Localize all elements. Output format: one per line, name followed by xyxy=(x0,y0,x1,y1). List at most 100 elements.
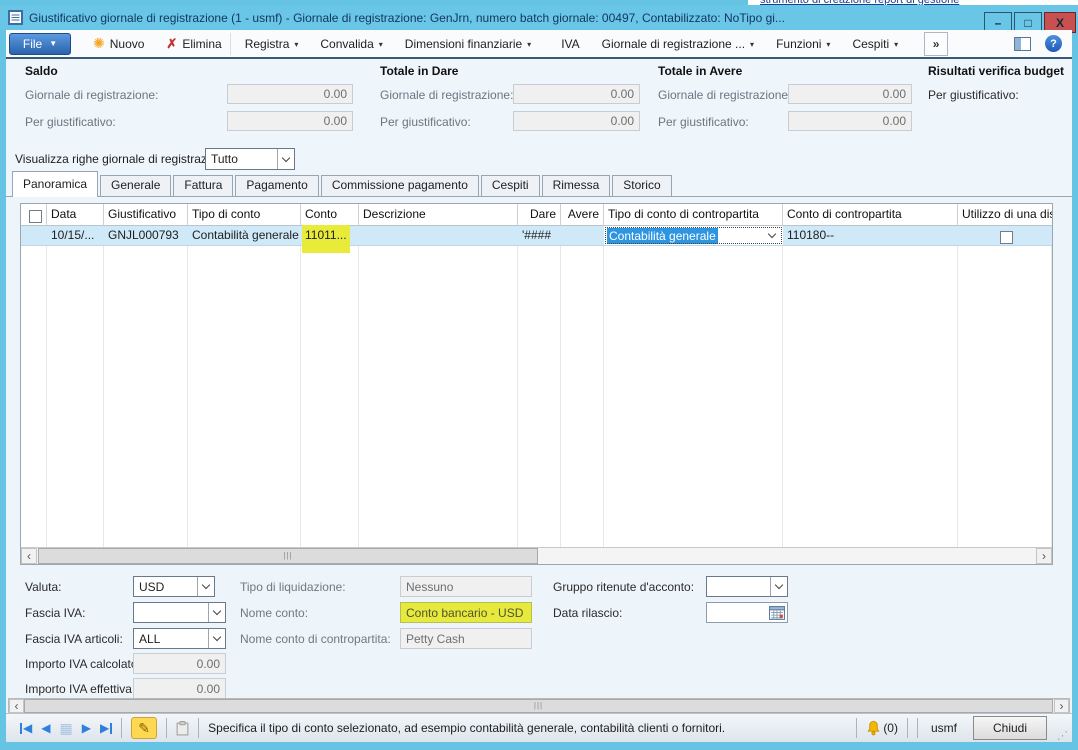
resize-grip-icon[interactable]: ⋰ xyxy=(1057,729,1068,742)
nome-conto-label: Nome conto: xyxy=(240,606,308,620)
calendar-icon[interactable] xyxy=(769,606,785,620)
line-details-panel: Valuta: USD Fascia IVA: Fascia IVA artic… xyxy=(6,569,1072,698)
dimensioni-finanziarie-menu[interactable]: Dimensioni finanziarie▾ xyxy=(401,34,535,54)
valuta-combo[interactable]: USD xyxy=(133,576,215,597)
help-icon[interactable]: ? xyxy=(1045,35,1062,52)
edit-mode-button[interactable]: ✎ xyxy=(131,717,157,739)
cespiti-menu[interactable]: Cespiti▾ xyxy=(848,34,902,54)
cell-conto[interactable]: 11011... xyxy=(301,226,359,245)
chevron-down-icon xyxy=(768,230,776,238)
tab-storico[interactable]: Storico xyxy=(612,175,671,196)
scroll-left-button[interactable]: ‹ xyxy=(9,699,24,713)
bell-icon xyxy=(866,720,881,736)
file-dropdown-icon: ▼ xyxy=(49,39,57,48)
data-rilascio-label: Data rilascio: xyxy=(553,606,622,620)
gruppo-ritenute-combo[interactable] xyxy=(706,576,788,597)
toolbar: File▼ ✺ Nuovo ✗ Elimina Registra▾ Conval… xyxy=(6,30,1072,57)
avere-title: Totale in Avere xyxy=(658,64,742,78)
chevron-down-icon xyxy=(197,577,214,596)
chiudi-button[interactable]: Chiudi xyxy=(973,716,1047,740)
budget-title: Risultati verifica budget xyxy=(928,64,1064,78)
col-header-tipo-contropartita[interactable]: Tipo di conto di contropartita xyxy=(604,204,783,226)
tab-rimessa[interactable]: Rimessa xyxy=(542,175,611,196)
form-horizontal-scrollbar[interactable]: ‹ ||| › xyxy=(8,698,1070,714)
dare-title: Totale in Dare xyxy=(380,64,458,78)
next-record-icon: ▶ xyxy=(82,721,91,735)
toolbar-separator xyxy=(230,33,231,55)
journal-lines-grid: Data Giustificativo Tipo di conto Conto … xyxy=(20,203,1053,565)
scroll-thumb[interactable]: ||| xyxy=(38,548,538,564)
select-all-checkbox[interactable] xyxy=(29,210,42,223)
col-header-distinta[interactable]: Utilizzo di una distinta di xyxy=(958,204,1052,226)
app-icon xyxy=(8,10,23,25)
col-header-giustificativo[interactable]: Giustificativo xyxy=(104,204,188,226)
select-all-cell[interactable] xyxy=(21,204,47,226)
cell-tipo-di-conto[interactable]: Contabilità generale xyxy=(188,226,301,245)
tab-page: Data Giustificativo Tipo di conto Conto … xyxy=(6,196,1072,713)
cell-data[interactable]: 10/15/... xyxy=(47,226,104,245)
grid-row-selected[interactable]: 10/15/... GNJL000793 Contabilità general… xyxy=(21,226,1052,246)
first-record-button[interactable]: ◀ xyxy=(20,721,32,735)
cell-giustificativo[interactable]: GNJL000793 xyxy=(104,226,188,245)
scroll-right-button[interactable]: › xyxy=(1036,548,1052,564)
scroll-left-button[interactable]: ‹ xyxy=(21,548,37,564)
previous-record-icon: ◀ xyxy=(41,721,50,735)
grid-horizontal-scrollbar[interactable]: ‹ ||| › xyxy=(21,547,1052,564)
avere-row1-label: Giornale di registrazione: xyxy=(658,88,791,102)
fascia-iva-combo[interactable] xyxy=(133,602,226,623)
clipboard-icon[interactable] xyxy=(176,721,189,736)
tab-panoramica[interactable]: Panoramica xyxy=(12,171,98,197)
col-header-descrizione[interactable]: Descrizione xyxy=(359,204,518,226)
cell-avere[interactable] xyxy=(561,226,604,245)
grid-header: Data Giustificativo Tipo di conto Conto … xyxy=(21,204,1052,226)
pane-toggle-icon[interactable] xyxy=(1014,37,1031,51)
giornale-di-registrazione-menu[interactable]: Giornale di registrazione ...▾ xyxy=(598,34,758,54)
new-button[interactable]: ✺ Nuovo xyxy=(89,32,148,55)
cell-descrizione[interactable] xyxy=(359,226,518,245)
col-header-dare[interactable]: Dare xyxy=(518,204,561,226)
status-bar: ◀ ◀ ▦ ▶ ▶ ✎ Specifica il tipo di conto s… xyxy=(6,713,1072,742)
tab-cespiti[interactable]: Cespiti xyxy=(481,175,540,196)
tab-commissione-pagamento[interactable]: Commissione pagamento xyxy=(321,175,479,196)
dare-giustificativo-field: 0.00 xyxy=(513,111,640,131)
file-menu-button[interactable]: File▼ xyxy=(9,33,71,55)
funzioni-menu[interactable]: Funzioni▾ xyxy=(772,34,834,54)
data-rilascio-field[interactable] xyxy=(706,602,788,623)
last-record-button[interactable]: ▶ xyxy=(100,721,112,735)
registra-menu[interactable]: Registra▾ xyxy=(241,34,303,54)
grid-view-button[interactable]: ▦ xyxy=(59,720,72,737)
cell-dare[interactable]: '#### xyxy=(518,226,561,245)
scroll-right-button[interactable]: › xyxy=(1054,699,1069,713)
titlebar: Giustificativo giornale di registrazione… xyxy=(0,5,1078,30)
scroll-thumb[interactable]: ||| xyxy=(24,699,1053,713)
toolbar-overflow-button[interactable]: » xyxy=(924,32,948,56)
tab-fattura[interactable]: Fattura xyxy=(173,175,233,196)
cell-tipo-contropartita-combo[interactable]: Contabilità generale xyxy=(604,226,783,245)
col-header-conto[interactable]: Conto xyxy=(301,204,359,226)
fascia-iva-articoli-combo[interactable]: ALL xyxy=(133,628,226,649)
view-lines-combo[interactable]: Tutto xyxy=(205,148,295,170)
previous-record-button[interactable]: ◀ xyxy=(41,721,50,735)
cell-distinta[interactable] xyxy=(958,226,1052,245)
dropdown-arrow-icon: ▾ xyxy=(527,40,531,49)
tab-pagamento[interactable]: Pagamento xyxy=(235,175,318,196)
chevron-down-icon xyxy=(208,603,225,622)
next-record-button[interactable]: ▶ xyxy=(82,721,91,735)
notifications-button[interactable]: (0) xyxy=(866,720,898,736)
iva-button[interactable]: IVA xyxy=(557,34,583,54)
cell-conto-contropartita[interactable]: 110180-- xyxy=(783,226,958,245)
delete-button[interactable]: ✗ Elimina xyxy=(162,33,225,55)
row-select-cell[interactable] xyxy=(21,226,47,245)
dare-row1-label: Giornale di registrazione: xyxy=(380,88,513,102)
col-header-conto-contropartita[interactable]: Conto di contropartita xyxy=(783,204,958,226)
nome-conto-field-highlighted: Conto bancario - USD xyxy=(400,602,532,623)
saldo-row1-label: Giornale di registrazione: xyxy=(25,88,158,102)
col-header-data[interactable]: Data xyxy=(47,204,104,226)
distinta-checkbox[interactable] xyxy=(1000,231,1013,244)
saldo-title: Saldo xyxy=(25,64,58,78)
col-header-avere[interactable]: Avere xyxy=(561,204,604,226)
tab-generale[interactable]: Generale xyxy=(100,175,171,196)
col-header-tipo-di-conto[interactable]: Tipo di conto xyxy=(188,204,301,226)
convalida-menu[interactable]: Convalida▾ xyxy=(316,34,386,54)
saldo-giustificativo-field: 0.00 xyxy=(227,111,353,131)
